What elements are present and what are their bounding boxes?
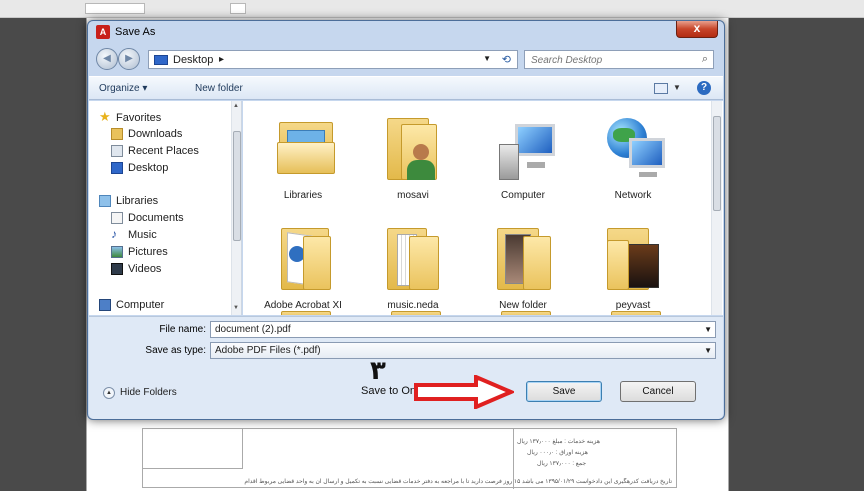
reader-toolbar	[0, 0, 864, 18]
save-type-label: Save as type:	[145, 345, 206, 356]
network-globe-icon	[603, 114, 665, 182]
libraries-folder-icon	[273, 114, 335, 182]
file-item-new-folder[interactable]: New folder	[473, 216, 573, 315]
address-row: ◀ ▶ Desktop ▸ ▼ ⟲ ⌕	[88, 47, 724, 71]
scroll-up-icon[interactable]: ▲	[233, 103, 239, 109]
pdf-line: هزینه خدمات : مبلغ ۱۳۷٫۰۰۰ ریال	[517, 439, 600, 445]
save-type-value[interactable]: Adobe PDF Files (*.pdf)	[215, 345, 321, 356]
pdf-line: هزینه اوراق : ۰۰۰٫۰ ریال	[527, 450, 588, 456]
folder-icon	[281, 311, 331, 315]
folder-icon	[391, 311, 441, 315]
folder-icon	[493, 224, 555, 292]
search-icon[interactable]: ⌕	[702, 53, 708, 66]
chevron-down-icon[interactable]: ▼	[483, 54, 491, 63]
command-bar: Organize ▾ New folder ▼ ?	[89, 76, 723, 100]
forward-arrow-icon[interactable]: ▶	[118, 48, 140, 70]
file-item-mosavi[interactable]: mosavi	[363, 106, 463, 206]
reader-background-left	[0, 18, 86, 491]
user-folder-icon	[383, 114, 445, 182]
dialog-title: Save As	[115, 26, 156, 38]
file-item-adobe-acrobat-xi[interactable]: Adobe Acrobat XI	[253, 216, 353, 315]
file-name-value[interactable]: document (2).pdf	[215, 324, 291, 335]
page-number-box[interactable]	[85, 3, 145, 14]
computer-icon	[493, 114, 555, 182]
chevron-up-icon: ▲	[103, 387, 115, 399]
red-arrow-annotation	[414, 375, 514, 409]
music-icon: ♪	[111, 227, 117, 241]
folder-icon	[501, 311, 551, 315]
close-button[interactable]: x	[676, 21, 718, 38]
files-scrollbar[interactable]	[711, 101, 722, 315]
save-as-dialog: A Save As x ◀ ▶ Desktop ▸ ▼ ⟲ ⌕ Organize…	[87, 20, 725, 420]
new-folder-button[interactable]: New folder	[195, 83, 243, 94]
nav-scrollbar[interactable]: ▲ ▼	[231, 101, 241, 315]
view-options-icon[interactable]	[654, 83, 668, 94]
file-item-music-neda[interactable]: music.neda	[363, 216, 463, 315]
search-input[interactable]	[531, 53, 691, 67]
file-name-label: File name:	[159, 324, 206, 335]
file-item-libraries[interactable]: Libraries	[253, 106, 353, 206]
reader-background-right	[729, 18, 864, 491]
help-icon[interactable]: ?	[697, 81, 711, 95]
scroll-down-icon[interactable]: ▼	[233, 305, 239, 311]
address-location[interactable]: Desktop	[173, 54, 213, 66]
search-box[interactable]: ⌕	[524, 50, 714, 69]
chevron-down-icon[interactable]: ▼	[673, 83, 681, 92]
chevron-down-icon[interactable]: ▼	[704, 325, 712, 334]
breadcrumb-chevron-icon[interactable]: ▸	[219, 54, 224, 65]
desktop-icon	[111, 162, 123, 174]
libraries-icon	[99, 195, 111, 207]
save-fields: File name: document (2).pdf ▼ Save as ty…	[89, 316, 723, 366]
file-item-peyvast[interactable]: peyvast	[583, 216, 683, 315]
computer-icon	[99, 299, 111, 311]
folder-icon	[611, 311, 661, 315]
pdf-line: تاریخ دریافت کدرهگیری این دادخواست ۱۳۹۵/…	[244, 479, 672, 485]
refresh-icon[interactable]: ⟲	[502, 53, 511, 66]
dialog-footer: ▲ Hide Folders Save to Online Account Sa…	[89, 366, 723, 419]
folder-icon	[383, 224, 445, 292]
videos-icon	[111, 263, 123, 275]
pictures-icon	[111, 246, 123, 258]
back-arrow-icon[interactable]: ◀	[96, 48, 118, 70]
downloads-folder-icon	[111, 128, 123, 140]
save-button[interactable]: Save	[526, 381, 602, 402]
file-item-computer[interactable]: Computer	[473, 106, 573, 206]
chevron-down-icon[interactable]: ▼	[704, 346, 712, 355]
nav-scroll-thumb[interactable]	[233, 131, 241, 241]
organize-button[interactable]: Organize ▾	[99, 83, 147, 94]
desktop-icon	[154, 55, 168, 65]
navigation-pane: ★ Favorites Downloads Recent Places Desk…	[89, 101, 242, 315]
documents-icon	[111, 212, 123, 224]
files-scroll-thumb[interactable]	[713, 116, 721, 211]
file-item-network[interactable]: Network	[583, 106, 683, 206]
folder-icon	[273, 224, 335, 292]
star-icon: ★	[99, 109, 111, 124]
folder-icon	[603, 224, 665, 292]
files-pane: Libraries mosavi Computer Network Adobe …	[243, 101, 723, 315]
save-type-select[interactable]: Adobe PDF Files (*.pdf) ▼	[210, 342, 716, 359]
address-bar[interactable]: Desktop ▸ ▼ ⟲	[148, 50, 518, 69]
pdf-app-icon: A	[96, 25, 110, 39]
file-name-field[interactable]: document (2).pdf ▼	[210, 321, 716, 338]
step-number-annotation: ۳	[370, 356, 386, 386]
toolbar-button[interactable]	[230, 3, 246, 14]
title-bar[interactable]: A Save As x	[88, 21, 724, 43]
cancel-button[interactable]: Cancel	[620, 381, 696, 402]
recent-places-icon	[111, 145, 123, 157]
pdf-line: جمع : ۱۳۷٫۰۰۰ ریال	[537, 461, 587, 467]
